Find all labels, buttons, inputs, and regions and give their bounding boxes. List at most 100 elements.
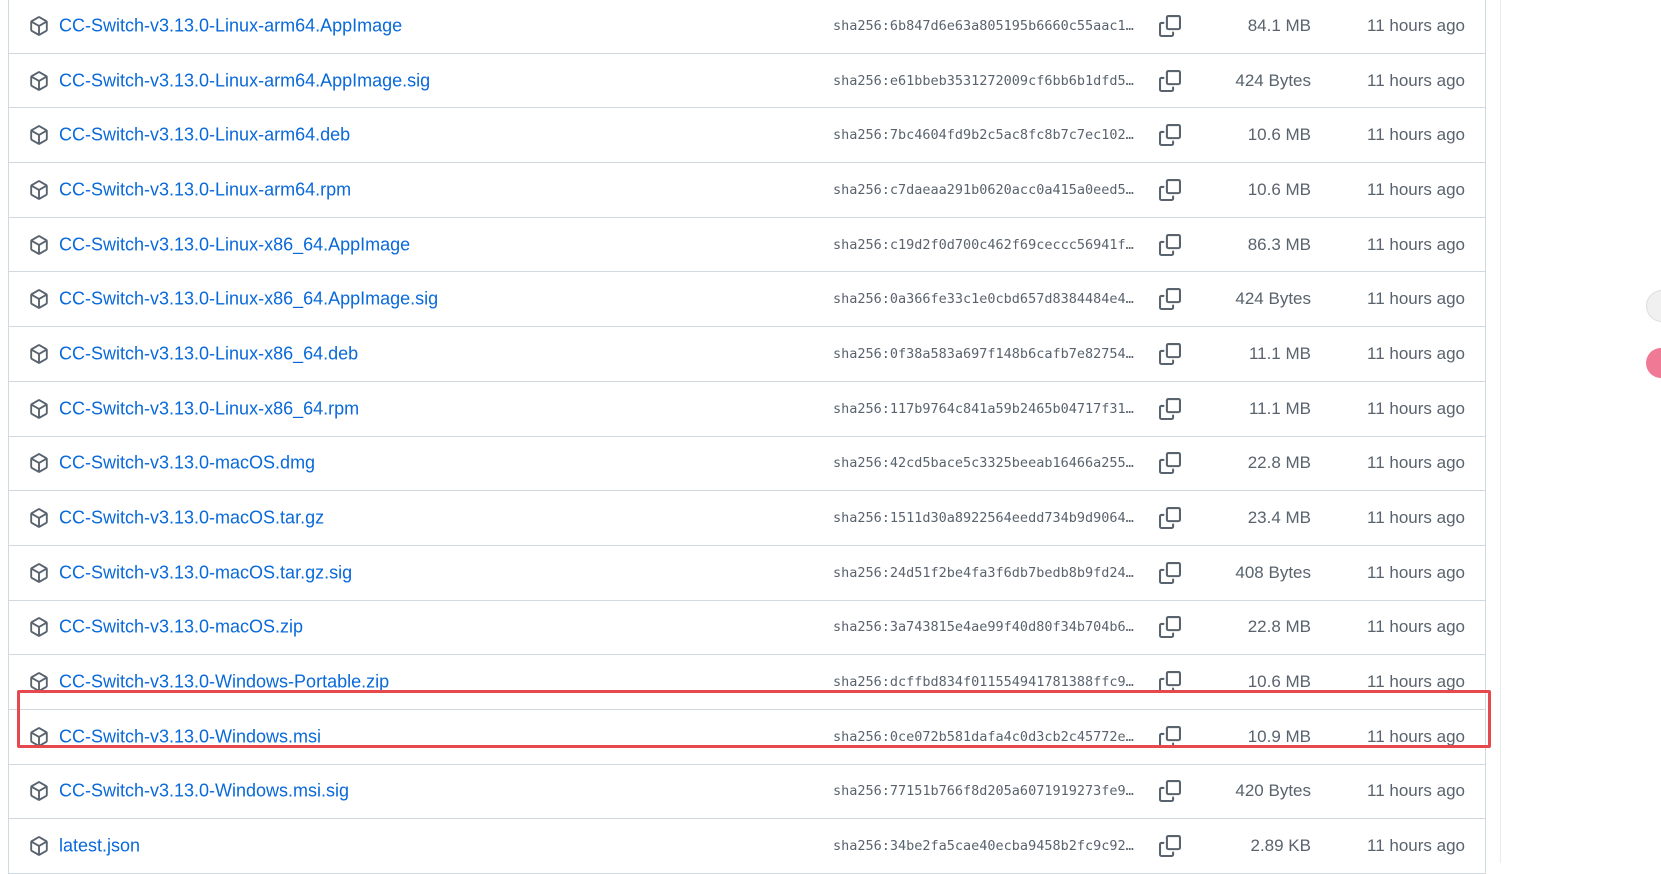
asset-link[interactable]: CC-Switch-v3.13.0-Linux-arm64.rpm (59, 179, 351, 200)
asset-sha256: sha256:77151b766f8d205a6071919273fe9… (833, 783, 1134, 800)
package-icon (30, 16, 48, 36)
asset-sha256: sha256:6b847d6e63a805195b6660c55aac1… (833, 17, 1134, 34)
copy-icon[interactable] (1159, 780, 1181, 803)
asset-link[interactable]: CC-Switch-v3.13.0-Linux-x86_64.AppImage.… (59, 289, 438, 310)
asset-sha256: sha256:dcffbd834f011554941781388ffc9… (833, 674, 1134, 691)
asset-updated-time: 11 hours ago (1367, 15, 1465, 35)
asset-row: CC-Switch-v3.13.0-Windows.msi.sig sha256… (9, 765, 1485, 820)
asset-sha256: sha256:34be2fa5cae40ecba9458b2fc9c92… (833, 838, 1134, 855)
asset-row: CC-Switch-v3.13.0-macOS.dmg sha256:42cd5… (9, 437, 1485, 492)
asset-size: 84.1 MB (1247, 15, 1311, 35)
package-icon (30, 125, 48, 146)
asset-row: CC-Switch-v3.13.0-Linux-arm64.AppImage.s… (9, 54, 1485, 109)
floating-button[interactable] (1646, 348, 1661, 378)
release-assets-list: CC-Switch-v3.13.0-Linux-arm64.AppImage s… (8, 0, 1486, 874)
asset-updated-time: 11 hours ago (1367, 453, 1465, 473)
asset-row: CC-Switch-v3.13.0-macOS.zip sha256:3a743… (9, 601, 1485, 656)
copy-icon[interactable] (1159, 397, 1181, 420)
package-icon (30, 344, 48, 364)
asset-size: 420 Bytes (1235, 781, 1311, 801)
asset-updated-time: 11 hours ago (1367, 562, 1465, 582)
asset-link[interactable]: CC-Switch-v3.13.0-macOS.zip (59, 617, 303, 638)
asset-sha256: sha256:117b9764c841a59b2465b04717f31… (833, 400, 1134, 417)
package-icon (30, 508, 48, 528)
copy-icon[interactable] (1159, 835, 1181, 858)
copy-icon[interactable] (1159, 14, 1181, 37)
asset-size: 10.9 MB (1247, 726, 1311, 746)
package-icon (30, 836, 48, 856)
asset-size: 10.6 MB (1247, 672, 1311, 692)
asset-link[interactable]: CC-Switch-v3.13.0-Linux-x86_64.deb (59, 343, 358, 364)
asset-size: 10.6 MB (1247, 179, 1311, 199)
asset-row: CC-Switch-v3.13.0-macOS.tar.gz sha256:15… (9, 491, 1485, 546)
asset-link[interactable]: CC-Switch-v3.13.0-Windows.msi.sig (59, 781, 349, 802)
asset-updated-time: 11 hours ago (1367, 508, 1465, 528)
asset-updated-time: 11 hours ago (1367, 781, 1465, 801)
package-icon (30, 781, 48, 802)
asset-size: 2.89 KB (1250, 836, 1312, 856)
package-icon (30, 617, 48, 638)
asset-size: 23.4 MB (1247, 508, 1311, 528)
asset-row: CC-Switch-v3.13.0-Linux-x86_64.deb sha25… (9, 327, 1485, 382)
copy-icon[interactable] (1159, 671, 1181, 694)
asset-updated-time: 11 hours ago (1367, 179, 1465, 199)
asset-row: CC-Switch-v3.13.0-Linux-x86_64.rpm sha25… (9, 382, 1485, 437)
package-icon (30, 289, 48, 310)
asset-updated-time: 11 hours ago (1367, 836, 1465, 856)
asset-link[interactable]: CC-Switch-v3.13.0-macOS.tar.gz (59, 508, 324, 529)
package-icon (30, 70, 48, 91)
asset-updated-time: 11 hours ago (1367, 289, 1465, 309)
asset-link[interactable]: CC-Switch-v3.13.0-macOS.tar.gz.sig (59, 562, 352, 583)
copy-icon[interactable] (1159, 507, 1181, 530)
copy-icon[interactable] (1159, 725, 1181, 748)
asset-size: 424 Bytes (1235, 70, 1311, 90)
copy-icon[interactable] (1159, 288, 1181, 311)
asset-size: 424 Bytes (1235, 289, 1311, 309)
asset-updated-time: 11 hours ago (1367, 125, 1465, 145)
asset-sha256: sha256:0ce072b581dafa4c0d3cb2c45772e… (833, 728, 1134, 745)
asset-row-windows-msi: CC-Switch-v3.13.0-Windows.msi sha256:0ce… (9, 710, 1485, 765)
asset-sha256: sha256:0f38a583a697f148b6cafb7e82754… (833, 345, 1134, 362)
asset-link[interactable]: latest.json (59, 836, 140, 857)
asset-link[interactable]: CC-Switch-v3.13.0-Linux-arm64.deb (59, 125, 350, 146)
asset-row: CC-Switch-v3.13.0-macOS.tar.gz.sig sha25… (9, 546, 1485, 601)
asset-size: 22.8 MB (1247, 617, 1311, 637)
asset-size: 11.1 MB (1248, 343, 1311, 363)
asset-row: latest.json sha256:34be2fa5cae40ecba9458… (9, 819, 1485, 874)
copy-icon[interactable] (1159, 69, 1181, 92)
package-icon (30, 453, 48, 474)
asset-sha256: sha256:24d51f2be4fa3f6db7bedb8b9fd24… (833, 564, 1134, 581)
copy-icon[interactable] (1159, 342, 1181, 365)
copy-icon[interactable] (1159, 452, 1181, 475)
floating-button[interactable] (1646, 290, 1661, 322)
asset-link[interactable]: CC-Switch-v3.13.0-Linux-arm64.AppImage.s… (59, 70, 430, 91)
sidebar-divider (1500, 0, 1501, 863)
asset-size: 11.1 MB (1248, 398, 1311, 418)
asset-row: CC-Switch-v3.13.0-Linux-arm64.rpm sha256… (9, 163, 1485, 218)
copy-icon[interactable] (1159, 178, 1181, 201)
asset-row: CC-Switch-v3.13.0-Linux-arm64.deb sha256… (9, 108, 1485, 164)
package-icon (30, 726, 48, 747)
package-icon (30, 180, 48, 200)
asset-updated-time: 11 hours ago (1367, 398, 1465, 418)
asset-link[interactable]: CC-Switch-v3.13.0-Linux-arm64.AppImage (59, 15, 402, 36)
asset-row: CC-Switch-v3.13.0-Linux-arm64.AppImage s… (9, 0, 1485, 54)
asset-updated-time: 11 hours ago (1367, 343, 1465, 363)
asset-link[interactable]: CC-Switch-v3.13.0-Linux-x86_64.AppImage (59, 234, 410, 255)
asset-row: CC-Switch-v3.13.0-Windows-Portable.zip s… (9, 655, 1485, 710)
asset-link[interactable]: CC-Switch-v3.13.0-Linux-x86_64.rpm (59, 398, 359, 419)
asset-link[interactable]: CC-Switch-v3.13.0-macOS.dmg (59, 453, 315, 474)
asset-sha256: sha256:0a366fe33c1e0cbd657d8384484e4… (833, 291, 1134, 308)
asset-updated-time: 11 hours ago (1367, 672, 1465, 692)
asset-link[interactable]: CC-Switch-v3.13.0-Windows-Portable.zip (59, 672, 389, 693)
asset-size: 10.6 MB (1247, 125, 1311, 145)
copy-icon[interactable] (1159, 561, 1181, 584)
copy-icon[interactable] (1159, 124, 1181, 147)
copy-icon[interactable] (1159, 616, 1181, 639)
copy-icon[interactable] (1159, 233, 1181, 256)
package-icon (30, 398, 48, 419)
asset-link[interactable]: CC-Switch-v3.13.0-Windows.msi (59, 726, 321, 747)
asset-updated-time: 11 hours ago (1367, 70, 1465, 90)
package-icon (30, 562, 48, 583)
asset-sha256: sha256:c19d2f0d700c462f69ceccc56941f… (833, 236, 1134, 253)
